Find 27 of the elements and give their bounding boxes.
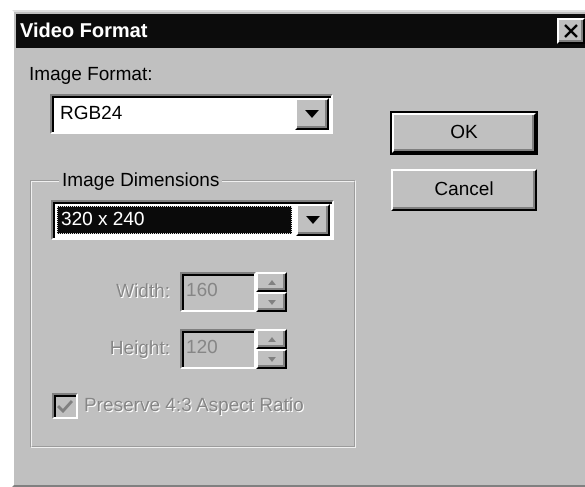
caret-icon (305, 110, 319, 118)
dialog-button[interactable]: Cancel (391, 169, 537, 211)
dialog-button[interactable]: OK (392, 113, 536, 153)
field-label: Image Format: (29, 64, 154, 86)
down-arrow-icon (268, 300, 276, 304)
down-arrow-icon (268, 356, 276, 362)
field-label: Height: (108, 338, 171, 360)
check-icon (57, 399, 73, 413)
up-arrow-icon (268, 336, 276, 342)
caret-icon (306, 216, 320, 224)
up-arrow-icon (268, 280, 276, 284)
field-label: Width: (115, 281, 171, 303)
dropdown-value: 320 x 240 (57, 206, 292, 234)
close-button[interactable] (557, 18, 585, 44)
window-title: Video Format (20, 20, 148, 42)
spin-up-button[interactable] (256, 329, 287, 349)
dropdown-field[interactable]: RGB24 (50, 94, 333, 134)
checkbox-label: Preserve 4:3 Aspect Ratio (84, 395, 304, 417)
group-title: Image Dimensions (61, 170, 220, 192)
dropdown-button[interactable] (295, 98, 329, 130)
close-icon (563, 24, 579, 38)
dropdown-value: RGB24 (59, 102, 124, 126)
dropdown-button[interactable] (296, 204, 330, 236)
spin-up-button[interactable] (256, 272, 287, 292)
spin-down-button[interactable] (256, 349, 287, 369)
dropdown-field[interactable]: 320 x 240 (51, 200, 334, 240)
spin-down-button[interactable] (256, 292, 287, 312)
